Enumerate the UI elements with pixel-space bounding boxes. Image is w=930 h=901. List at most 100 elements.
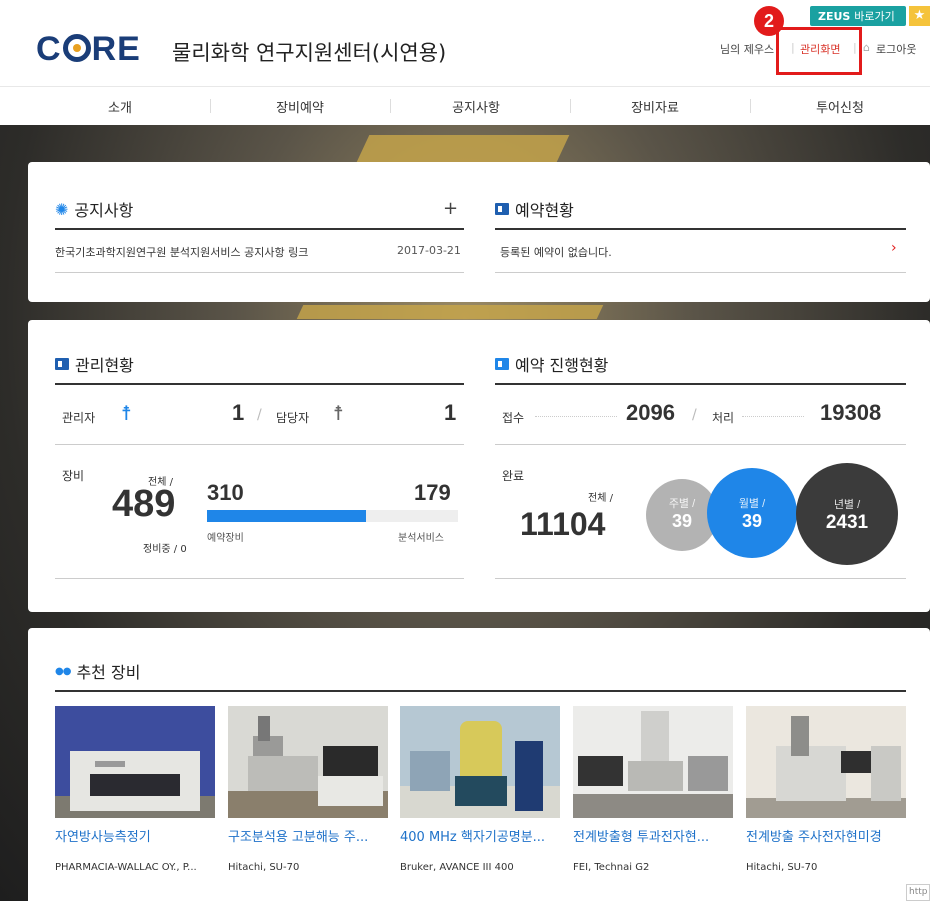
management-bottom-divider <box>55 578 464 579</box>
equipment-name-link[interactable]: 자연방사능측정기 <box>55 826 220 845</box>
lightbulb-icon: ✺ <box>55 199 69 219</box>
calendar-icon <box>495 203 509 215</box>
star-icon[interactable]: ★ <box>909 6 930 26</box>
reservation-arrow-icon[interactable]: › <box>891 240 897 256</box>
equipment-name-link[interactable]: 구조분석용 고분해능 주... <box>228 826 393 845</box>
reservation-header: 예약현황 <box>495 197 574 221</box>
notice-divider <box>55 228 464 230</box>
management-divider <box>55 383 464 385</box>
progress-header: 예약 진행현황 <box>495 352 608 376</box>
completed-total-label: 전체 / <box>588 493 613 504</box>
equipment-name-link[interactable]: 400 MHz 핵자기공명분... <box>400 826 565 845</box>
reservation-row-divider <box>495 272 906 273</box>
analysis-service-label: 분석서비스 <box>398 533 444 544</box>
reservation-divider <box>495 228 906 230</box>
user-greeting: 님의 제우스 <box>720 43 775 56</box>
equipment-thumbnail[interactable] <box>228 706 388 818</box>
progress-divider <box>495 383 906 385</box>
notice-more-button[interactable]: + <box>443 198 458 219</box>
nmr-image <box>400 706 560 818</box>
equipment-name-link[interactable]: 전계방출 주사전자현미경 <box>746 826 911 845</box>
fe-sem-image <box>746 706 906 818</box>
equipment-total: 489 <box>112 483 176 525</box>
progress-row-divider <box>495 444 906 445</box>
equipment-label: 장비 <box>62 469 85 483</box>
yearly-count: 2431 <box>825 512 869 533</box>
received-leader <box>535 416 617 417</box>
reservation-title: 예약현황 <box>515 201 574 220</box>
nav-item-materials[interactable]: 장비자료 <box>595 97 715 116</box>
core-logo[interactable]: C RE <box>36 30 141 69</box>
nav-divider <box>210 99 211 113</box>
received-label: 접수 <box>502 411 525 425</box>
status-url-tooltip: http <box>906 884 930 901</box>
equipment-maker: PHARMACIA-WALLAC OY., P... <box>55 862 197 873</box>
progress-separator: / <box>692 407 697 423</box>
nav-item-notice[interactable]: 공지사항 <box>416 97 536 116</box>
reserve-equipment-label: 예약장비 <box>207 533 244 544</box>
equipment-ratio-bar <box>207 510 458 522</box>
step-badge: 2 <box>754 6 784 36</box>
equipment-thumbnail[interactable] <box>573 706 733 818</box>
equipment-maker: FEI, Technai G2 <box>573 862 650 873</box>
notice-item-date: 2017-03-21 <box>397 244 461 257</box>
nav-divider <box>570 99 571 113</box>
completed-total: 11104 <box>520 506 606 542</box>
yearly-label: 년별 / <box>833 499 861 511</box>
reservation-empty-text: 등록된 예약이 없습니다. <box>500 246 612 259</box>
nav-divider <box>390 99 391 113</box>
processed-label: 처리 <box>712 411 735 425</box>
count-separator: / <box>257 407 262 423</box>
status-card <box>28 320 930 612</box>
equipment-name-link[interactable]: 전계방출형 투과전자현... <box>573 826 738 845</box>
lock-icon: ⌂ <box>863 41 870 54</box>
maintenance-count: 정비중 / 0 <box>143 544 187 555</box>
analysis-service-count: 179 <box>414 480 451 505</box>
monthly-label: 월별 / <box>738 498 766 510</box>
equipment-thumbnail[interactable] <box>400 706 560 818</box>
nav-item-tour[interactable]: 투어신청 <box>780 97 900 116</box>
admin-label: 관리자 <box>62 411 96 425</box>
logout-link[interactable]: 로그아웃 <box>876 41 916 57</box>
monthly-count: 39 <box>741 511 763 531</box>
equipment-maker: Hitachi, SU-70 <box>746 862 818 873</box>
logo-o-icon <box>62 34 91 62</box>
recommend-header: ●● 추천 장비 <box>55 659 140 683</box>
admin-person-icon: ☨ <box>121 401 132 425</box>
site-title: 물리화학 연구지원센터(시연용) <box>172 41 447 65</box>
equipment-thumbnail[interactable] <box>746 706 906 818</box>
nav-divider <box>750 99 751 113</box>
notice-item-link[interactable]: 한국기초과학지원연구원 분석지원서비스 공지사항 링크 <box>55 244 308 260</box>
received-count: 2096 <box>626 400 675 425</box>
main-nav: 소개 장비예약 공지사항 장비자료 투어신청 <box>0 86 930 124</box>
equipment-ratio-fill <box>207 510 367 522</box>
equipment-thumbnail[interactable] <box>55 706 215 818</box>
notice-title: 공지사항 <box>74 201 134 220</box>
notice-reservation-card <box>28 162 930 302</box>
processed-count: 19308 <box>820 400 882 425</box>
staff-count: 1 <box>444 400 457 425</box>
notice-header: ✺ 공지사항 <box>55 197 133 221</box>
zeus-shortcut-button[interactable]: ZEUS 바로가기 <box>810 6 906 26</box>
management-header: 관리현황 <box>55 352 134 376</box>
sem-image <box>228 706 388 818</box>
progress-calendar-icon <box>495 358 509 370</box>
radiation-counter-image <box>55 706 215 818</box>
highlight-box <box>776 27 862 75</box>
management-title: 관리현황 <box>75 356 134 375</box>
hero-decoration <box>296 305 604 319</box>
zeus-link-label: 바로가기 <box>854 10 895 23</box>
progress-title: 예약 진행현황 <box>515 356 609 375</box>
header: C RE 물리화학 연구지원센터(시연용) ZEUS 바로가기 ★ 님의 제우스 … <box>0 0 930 125</box>
nav-item-about[interactable]: 소개 <box>60 97 180 116</box>
equipment-maker: Hitachi, SU-70 <box>228 862 300 873</box>
management-icon <box>55 358 69 370</box>
tem-image <box>573 706 733 818</box>
nav-item-reservation[interactable]: 장비예약 <box>240 97 360 116</box>
zeus-label: ZEUS <box>818 10 851 23</box>
management-row-divider <box>55 444 464 445</box>
staff-label: 담당자 <box>276 411 310 425</box>
equipment-maker: Bruker, AVANCE III 400 <box>400 862 514 873</box>
processed-leader <box>742 416 804 417</box>
monthly-circle: 월별 / 39 <box>707 468 797 558</box>
